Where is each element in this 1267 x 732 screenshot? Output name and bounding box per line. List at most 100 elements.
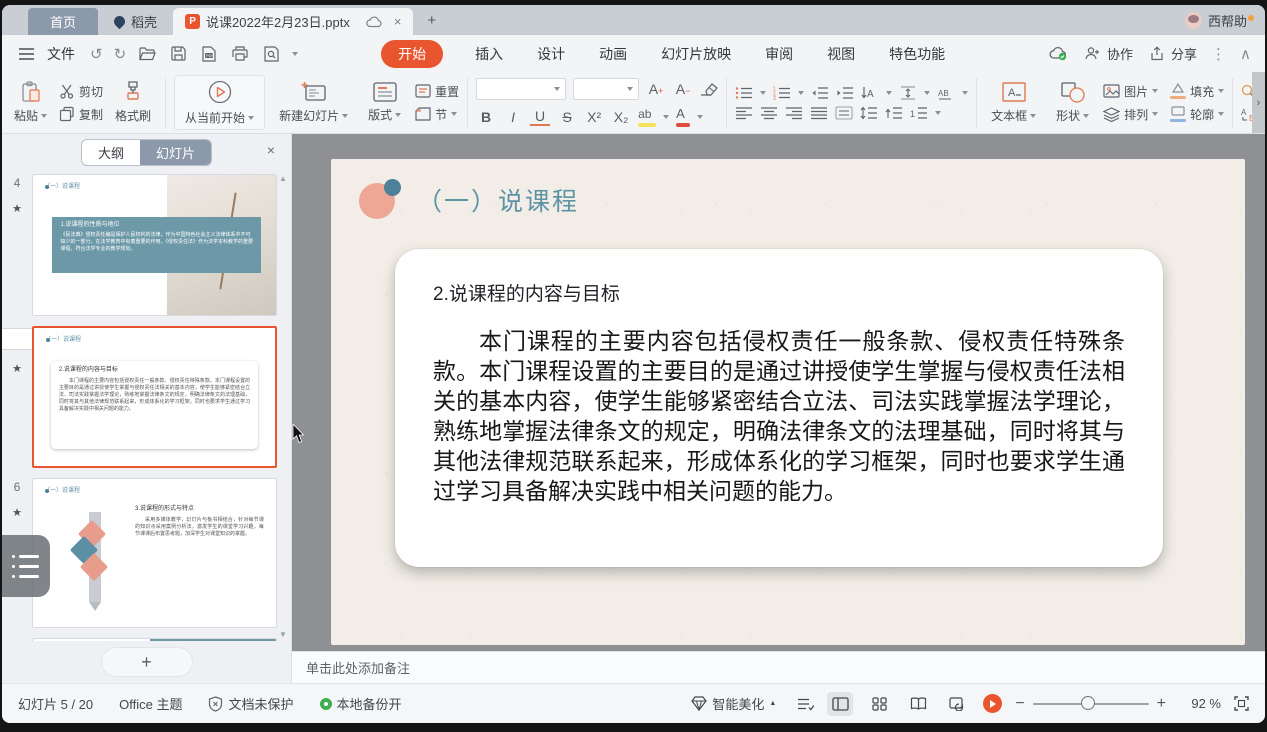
share-button[interactable]: 分享 [1147,44,1197,64]
clear-format-icon[interactable] [700,82,718,96]
editing-canvas[interactable]: （一）说课程 2.说课程的内容与目标 本门课程的主要内容包括侵权责任一般条款、侵… [292,134,1265,651]
cloud-saved-icon[interactable] [1049,44,1069,64]
play-from-current-button[interactable]: 从当前开始 [174,75,265,130]
slide-title-block[interactable]: （一）说课程 [359,181,579,219]
save-icon[interactable] [168,44,188,64]
print-icon[interactable] [230,44,250,64]
thumbnail-scrollbar[interactable]: ▲ ▼ [278,174,288,639]
outline-tab[interactable]: 大纲 [82,140,140,165]
scroll-down-icon[interactable]: ▼ [279,630,287,639]
slide-thumbnail-7[interactable] [32,638,277,641]
list-spacing-icon[interactable]: 1 [910,106,928,120]
slide-content-card[interactable]: 2.说课程的内容与目标 本门课程的主要内容包括侵权责任一般条款、侵权责任特殊条款… [395,249,1163,567]
decrease-indent-icon[interactable] [811,86,829,100]
picture-button[interactable]: 图片 [1103,83,1158,100]
cut-button[interactable]: 剪切 [59,83,103,100]
tab-document[interactable]: P 说课2022年2月23日.pptx × [173,8,413,35]
collaborate-button[interactable]: 协作 [1083,44,1133,64]
textbox-button[interactable]: A 文本框 [985,79,1042,126]
new-slide-button[interactable]: 新建幻灯片 [273,79,354,126]
open-file-icon[interactable] [137,44,157,64]
file-menu[interactable]: 文件 [47,44,75,64]
zoom-level[interactable]: 92 % [1179,696,1221,711]
grow-font-button[interactable]: A+ [646,81,666,97]
zoom-out-button[interactable]: − [1015,695,1024,713]
task-pane-expander[interactable]: › [1252,72,1265,133]
hamburger-menu-icon[interactable] [16,44,36,64]
notes-bar[interactable]: 单击此处添加备注 [292,651,1265,683]
slide-thumbnail-6[interactable]: （一）说课程 3.说课程的形式与特点 采用多媒体教学，幻灯片与板书相结合，针对每… [32,478,277,628]
tab-slideshow[interactable]: 幻灯片放映 [659,41,733,67]
close-panel-icon[interactable]: × [267,142,275,158]
shapes-button[interactable]: 形状 [1050,79,1095,126]
distribute-text-icon[interactable] [835,106,853,120]
collapse-ribbon-icon[interactable]: ∧ [1240,45,1251,63]
slide-thumbnail-4[interactable]: （一）说课程 1.说课程的性质与地位 《民法典》侵权责任编是保护人民权利的法律，… [32,174,277,316]
tab-animation[interactable]: 动画 [597,41,629,67]
zoom-slider-knob[interactable] [1081,696,1095,710]
close-document-icon[interactable]: × [394,14,402,29]
line-spacing-icon[interactable] [860,106,878,120]
font-size-select[interactable] [573,78,639,100]
export-pdf-icon[interactable]: PDF [199,44,219,64]
quick-access-dropdown-icon[interactable] [292,52,298,56]
cloud-sync-icon[interactable] [366,16,382,28]
slide-navigator-button[interactable] [2,535,50,597]
align-right-icon[interactable] [785,106,803,120]
highlight-color-button[interactable]: ab [638,106,656,127]
layout-button[interactable]: 版式 [362,80,407,125]
paste-button[interactable]: 粘贴 [8,79,53,126]
theme-indicator[interactable]: Office 主题 [119,694,182,713]
protection-status[interactable]: 文档未保护 [208,694,293,713]
align-justify-icon[interactable] [810,106,828,120]
italic-button[interactable]: I [503,109,523,125]
fill-button[interactable]: 填充 [1170,83,1224,100]
font-name-select[interactable] [476,78,566,100]
notes-toggle-icon[interactable] [797,697,814,711]
underline-button[interactable]: U [530,108,550,126]
increase-indent-icon[interactable] [836,86,854,100]
current-slide[interactable]: （一）说课程 2.说课程的内容与目标 本门课程的主要内容包括侵权责任一般条款、侵… [331,159,1245,645]
font-color-button[interactable]: A [676,106,690,127]
bullet-list-icon[interactable] [735,86,753,100]
subscript-button[interactable]: X₂ [611,109,631,125]
reading-view-button[interactable] [905,692,931,716]
shrink-font-button[interactable]: A− [673,81,693,97]
text-direction-icon[interactable]: A [861,86,879,100]
tab-start[interactable]: 开始 [381,40,443,68]
character-spacing-icon[interactable]: AB [937,86,955,100]
outline-button[interactable]: 轮廓 [1170,106,1224,123]
tab-docer[interactable]: 稻壳 [98,8,173,35]
account-area[interactable]: 西帮助 [1185,5,1247,35]
reset-button[interactable]: 重置 [415,83,459,100]
format-painter-button[interactable]: 格式刷 [109,79,157,126]
tab-review[interactable]: 审阅 [763,41,795,67]
backup-status[interactable]: 本地备份开 [320,694,402,713]
section-button[interactable]: 节 [415,106,459,123]
more-options-icon[interactable]: ⋮ [1211,45,1226,63]
align-center-icon[interactable] [760,106,778,120]
zoom-in-button[interactable]: + [1157,695,1166,713]
normal-view-button[interactable] [827,692,853,716]
align-text-vertical-icon[interactable] [899,86,917,100]
smart-beautify-button[interactable]: 智能美化 ▲ [691,694,776,713]
slides-tab[interactable]: 幻灯片 [140,140,211,165]
tab-design[interactable]: 设计 [535,41,567,67]
zoom-slider[interactable] [1033,703,1149,705]
slide-sorter-view-button[interactable] [866,692,892,716]
undo-icon[interactable]: ↺ [90,45,103,63]
tab-view[interactable]: 视图 [825,41,857,67]
tab-special-features[interactable]: 特色功能 [887,41,947,67]
copy-button[interactable]: 复制 [59,106,103,123]
slide-thumbnail-5[interactable]: （一）说课程 2.说课程的内容与目标 本门课程的主要内容包括侵权责任一般条款、侵… [32,326,277,468]
bold-button[interactable]: B [476,109,496,125]
add-slide-button[interactable]: + [101,647,193,677]
new-tab-button[interactable]: + [413,5,450,35]
numbered-list-icon[interactable]: 123 [773,86,791,100]
fit-to-window-icon[interactable] [1234,696,1249,711]
paragraph-spacing-icon[interactable] [885,106,903,120]
align-left-icon[interactable] [735,106,753,120]
print-preview-icon[interactable] [261,44,281,64]
scroll-up-icon[interactable]: ▲ [279,174,287,183]
arrange-button[interactable]: 排列 [1103,106,1158,123]
